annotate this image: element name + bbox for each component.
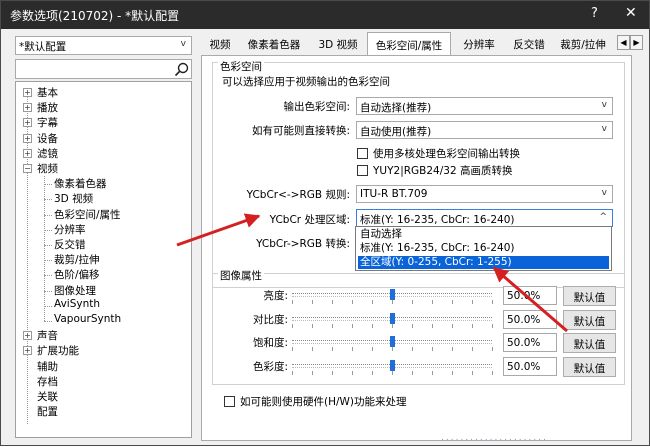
settings-window: 参数选项(210702) - *默认配置 ? ✕ *默认配置 v + 基本 + 播放 +…: [0, 0, 650, 446]
watermark: ......................: [441, 433, 548, 443]
arrow-to-full-range-option: [492, 266, 568, 333]
annotation-arrows: [176, 213, 568, 333]
arrow-to-range-label: [176, 213, 261, 247]
